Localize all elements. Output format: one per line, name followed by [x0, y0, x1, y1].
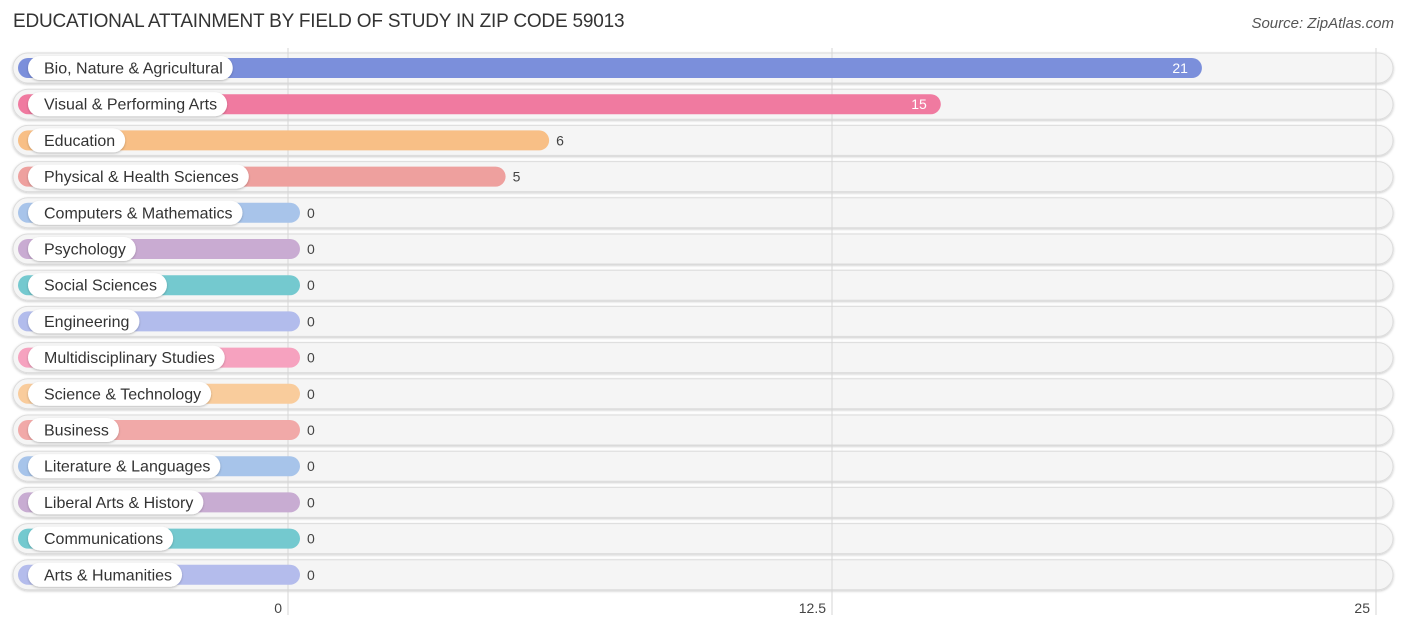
bar-row: Multidisciplinary Studies 0: [18, 345, 315, 370]
x-tick-label: 12.5: [799, 600, 826, 616]
bar-row: Psychology 0: [18, 237, 315, 261]
bar-row: Computers & Mathematics 0: [18, 200, 315, 225]
bar-row: Literature & Languages 0: [18, 454, 315, 479]
bar-row: Science & Technology 0: [18, 381, 315, 406]
bar-row: Liberal Arts & History 0: [18, 490, 315, 515]
category-label: Science & Technology: [44, 386, 201, 403]
bar-row: Social Sciences 0: [18, 273, 315, 298]
category-label: Social Sciences: [44, 278, 157, 295]
bar-row: Visual & Performing Arts 15: [18, 92, 941, 117]
x-axis-ticks: 0 12.5 25: [274, 600, 1370, 616]
value-label: 6: [556, 132, 564, 148]
category-label: Visual & Performing Arts: [44, 97, 217, 114]
category-label: Communications: [44, 531, 163, 548]
value-label: 0: [307, 241, 315, 257]
x-tick-label: 25: [1354, 600, 1370, 616]
value-label: 0: [307, 205, 315, 221]
category-label: Multidisciplinary Studies: [44, 350, 215, 367]
category-label: Literature & Languages: [44, 459, 210, 476]
category-label: Engineering: [44, 314, 129, 331]
value-label: 0: [307, 422, 315, 438]
value-label: 0: [307, 531, 315, 547]
value-label: 0: [307, 277, 315, 293]
bar-row: Education 6: [18, 128, 564, 153]
category-label: Computers & Mathematics: [44, 205, 233, 222]
bar-row: Business 0: [18, 418, 315, 442]
category-label: Psychology: [44, 242, 126, 259]
category-label: Business: [44, 423, 109, 440]
bar-row: Physical & Health Sciences 5: [18, 164, 521, 189]
value-label: 0: [307, 494, 315, 510]
value-label: 21: [1172, 60, 1188, 76]
value-label: 0: [307, 386, 315, 402]
bar-chart: Bio, Nature & Agricultural 21 Visual & Per…: [12, 48, 1394, 616]
bar-row: Engineering 0: [18, 309, 315, 334]
bar-row: Arts & Humanities 0: [18, 562, 315, 587]
x-tick-label: 0: [274, 600, 282, 616]
category-label: Arts & Humanities: [44, 567, 172, 584]
category-label: Bio, Nature & Agricultural: [44, 61, 223, 78]
category-label: Physical & Health Sciences: [44, 169, 239, 186]
category-label: Liberal Arts & History: [44, 495, 193, 512]
bar-row: Communications 0: [18, 526, 315, 551]
value-label: 15: [911, 96, 927, 112]
value-label: 0: [307, 567, 315, 583]
value-label: 5: [513, 169, 521, 185]
bar-row: Bio, Nature & Agricultural 21: [18, 56, 1202, 80]
value-label: 0: [307, 458, 315, 474]
category-label: Education: [44, 133, 115, 150]
value-label: 0: [307, 313, 315, 329]
value-label: 0: [307, 350, 315, 366]
